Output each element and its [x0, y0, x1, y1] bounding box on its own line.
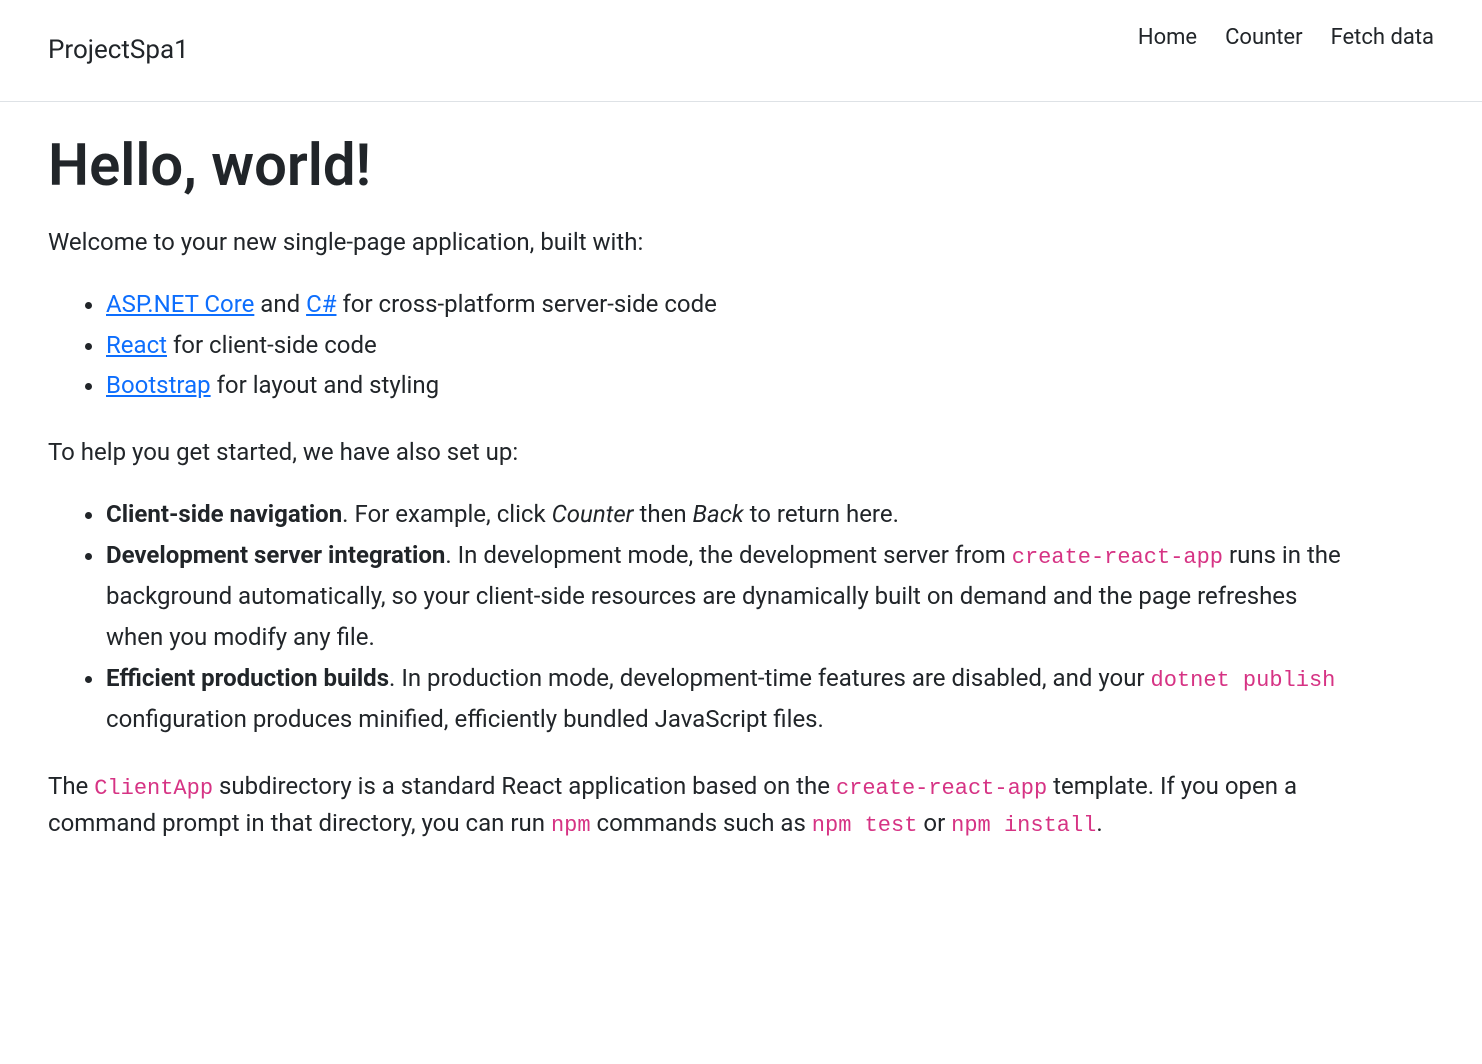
nav-link-fetch-data[interactable]: Fetch data [1331, 25, 1434, 50]
list-item: React for client-side code [106, 325, 1352, 366]
list-item: ASP.NET Core and C# for cross-platform s… [106, 284, 1352, 325]
text: The [48, 772, 94, 800]
tech-list: ASP.NET Core and C# for cross-platform s… [48, 284, 1352, 406]
code: npm [551, 813, 591, 838]
list-item: Client-side navigation. For example, cli… [106, 494, 1352, 535]
feature-name: Client-side navigation [106, 500, 342, 528]
setup-intro: To help you get started, we have also se… [48, 434, 1352, 470]
code: dotnet publish [1151, 668, 1336, 693]
feature-name: Development server integration [106, 541, 445, 569]
text: for client-side code [167, 331, 377, 359]
text: . For example, click [342, 500, 551, 528]
emphasis: Back [693, 500, 744, 528]
list-item: Development server integration. In devel… [106, 535, 1352, 658]
link-csharp[interactable]: C# [306, 290, 336, 318]
navbar-brand[interactable]: ProjectSpa1 [48, 35, 189, 65]
main-container: Hello, world! Welcome to your new single… [0, 102, 1400, 896]
text: to return here. [744, 500, 899, 528]
emphasis: Counter [552, 500, 634, 528]
text: . [1096, 809, 1102, 837]
feature-name: Efficient production builds [106, 664, 389, 692]
text: then [634, 500, 693, 528]
link-react[interactable]: React [106, 331, 167, 359]
text: for cross-platform server-side code [336, 290, 716, 318]
text: configuration produces minified, efficie… [106, 705, 824, 733]
nav-link-home[interactable]: Home [1138, 25, 1197, 50]
nav-link-counter[interactable]: Counter [1225, 25, 1302, 50]
code: create-react-app [836, 776, 1047, 801]
text: . In development mode, the development s… [445, 541, 1011, 569]
features-list: Client-side navigation. For example, cli… [48, 494, 1352, 740]
closing-paragraph: The ClientApp subdirectory is a standard… [48, 768, 1352, 842]
link-bootstrap[interactable]: Bootstrap [106, 371, 211, 399]
text: for layout and styling [211, 371, 439, 399]
page-title: Hello, world! [48, 132, 1352, 200]
welcome-text: Welcome to your new single-page applicat… [48, 224, 1352, 260]
code: ClientApp [94, 776, 213, 801]
text: . In production mode, development-time f… [389, 664, 1150, 692]
link-aspnet-core[interactable]: ASP.NET Core [106, 290, 254, 318]
text: subdirectory is a standard React applica… [213, 772, 836, 800]
list-item: Bootstrap for layout and styling [106, 365, 1352, 406]
text: commands such as [591, 809, 812, 837]
text: or [917, 809, 951, 837]
code: npm test [812, 813, 918, 838]
list-item: Efficient production builds. In producti… [106, 658, 1352, 740]
code: create-react-app [1012, 545, 1223, 570]
text: and [254, 290, 306, 318]
navbar-nav: Home Counter Fetch data [1080, 16, 1434, 57]
navbar: ProjectSpa1 Home Counter Fetch data [0, 0, 1482, 102]
code: npm install [951, 813, 1096, 838]
